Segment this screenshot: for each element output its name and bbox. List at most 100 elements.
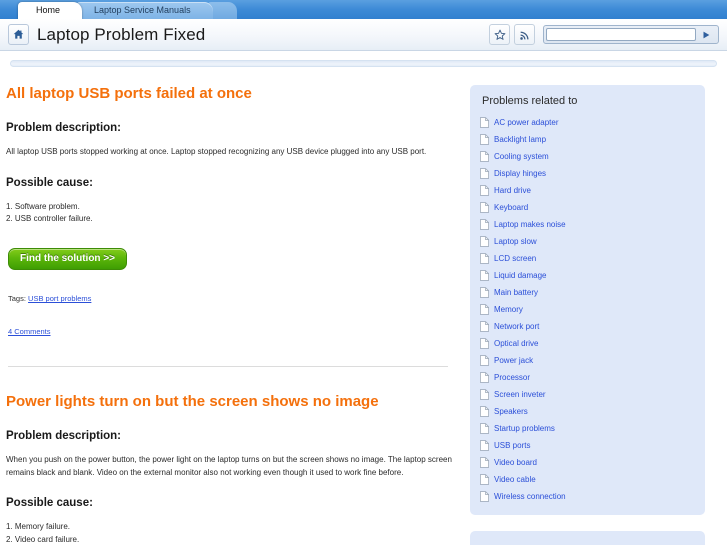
sidebar-item-label[interactable]: Main battery: [494, 288, 538, 297]
sidebar-item-label[interactable]: Display hinges: [494, 169, 546, 178]
page-document-icon: [480, 185, 489, 196]
article-title[interactable]: All laptop USB ports failed at once: [6, 85, 456, 102]
sidebar-item-label[interactable]: AC power adapter: [494, 118, 558, 127]
sidebar-item-label[interactable]: Speakers: [494, 407, 528, 416]
sidebar-item-video-board[interactable]: Video board: [480, 454, 705, 471]
sidebar-item-label[interactable]: Video cable: [494, 475, 536, 484]
possible-cause-list: 1. Software problem. 2. USB controller f…: [6, 201, 456, 227]
article-usb-ports-failed: All laptop USB ports failed at once Prob…: [6, 85, 456, 336]
page-document-icon: [480, 440, 489, 451]
sidebar-item-lcd-screen[interactable]: LCD screen: [480, 250, 705, 267]
tags-label: Tags:: [8, 294, 26, 304]
sidebar-item-optical-drive[interactable]: Optical drive: [480, 335, 705, 352]
sidebar-item-keyboard[interactable]: Keyboard: [480, 199, 705, 216]
page-document-icon: [480, 117, 489, 128]
sidebar-link-list: AC power adapter Backlight lamp Cooling sy…: [480, 114, 705, 505]
article-no-screen-image: Power lights turn on but the screen show…: [6, 393, 456, 545]
tab-laptop-service-manuals[interactable]: Laptop Service Manuals: [76, 2, 213, 19]
rss-button[interactable]: [514, 24, 535, 45]
page-document-icon: [480, 253, 489, 264]
sidebar-item-network-port[interactable]: Network port: [480, 318, 705, 335]
sidebar-item-video-cable[interactable]: Video cable: [480, 471, 705, 488]
page-document-icon: [480, 236, 489, 247]
cause-item: 2. USB controller failure.: [6, 214, 93, 224]
sidebar-item-label[interactable]: Screen inveter: [494, 390, 546, 399]
sidebar-item-label[interactable]: Power jack: [494, 356, 533, 365]
sidebar-item-screen-inveter[interactable]: Screen inveter: [480, 386, 705, 403]
page-document-icon: [480, 219, 489, 230]
page-document-icon: [480, 202, 489, 213]
cause-item: 1. Memory failure.: [6, 522, 71, 532]
sidebar-item-label[interactable]: Wireless connection: [494, 492, 566, 501]
sidebar-item-label[interactable]: Processor: [494, 373, 530, 382]
sidebar-item-label[interactable]: Memory: [494, 305, 523, 314]
header-toolbar: [489, 24, 719, 45]
sidebar-item-label[interactable]: Hard drive: [494, 186, 531, 195]
bookmark-button[interactable]: [489, 24, 510, 45]
play-triangle-icon: [701, 30, 711, 40]
sidebar-item-label[interactable]: Startup problems: [494, 424, 555, 433]
sidebar-item-hard-drive[interactable]: Hard drive: [480, 182, 705, 199]
comments-link[interactable]: 4 Comments: [8, 327, 51, 336]
sidebar-item-label[interactable]: Optical drive: [494, 339, 538, 348]
tab-home[interactable]: Home: [18, 2, 83, 19]
sidebar-item-main-battery[interactable]: Main battery: [480, 284, 705, 301]
panel-secondary: [470, 531, 705, 545]
problem-description-text: All laptop USB ports stopped working at …: [6, 147, 427, 157]
sidebar-item-memory[interactable]: Memory: [480, 301, 705, 318]
main-content: All laptop USB ports failed at once Prob…: [0, 67, 470, 545]
sidebar-item-processor[interactable]: Processor: [480, 369, 705, 386]
search-input[interactable]: [546, 28, 696, 41]
possible-cause-heading: Possible cause:: [6, 176, 93, 189]
star-icon: [494, 29, 506, 41]
sidebar-item-display-hinges[interactable]: Display hinges: [480, 165, 705, 182]
page-title: Laptop Problem Fixed: [37, 24, 206, 44]
sidebar-item-label[interactable]: Liquid damage: [494, 271, 546, 280]
sidebar-item-label[interactable]: Laptop makes noise: [494, 220, 566, 229]
page-document-icon: [480, 270, 489, 281]
page-document-icon: [480, 491, 489, 502]
possible-cause-list: 1. Memory failure. 2. Video card failure…: [6, 521, 456, 545]
page-document-icon: [480, 287, 489, 298]
page-document-icon: [480, 474, 489, 485]
possible-cause-heading: Possible cause:: [6, 497, 93, 510]
page-document-icon: [480, 457, 489, 468]
sidebar-item-label[interactable]: Keyboard: [494, 203, 528, 212]
sidebar-item-startup-problems[interactable]: Startup problems: [480, 420, 705, 437]
home-button[interactable]: [8, 24, 29, 45]
sidebar-item-label[interactable]: Video board: [494, 458, 537, 467]
sidebar-item-cooling-system[interactable]: Cooling system: [480, 148, 705, 165]
rss-icon: [519, 29, 531, 41]
sidebar-item-power-jack[interactable]: Power jack: [480, 352, 705, 369]
article-divider: [8, 366, 448, 368]
sidebar: Problems related to AC power adapter Back…: [470, 67, 715, 545]
sidebar-item-speakers[interactable]: Speakers: [480, 403, 705, 420]
sidebar-item-ac-power-adapter[interactable]: AC power adapter: [480, 114, 705, 131]
sidebar-item-label[interactable]: Cooling system: [494, 152, 549, 161]
page-document-icon: [480, 321, 489, 332]
tag-link-usb-port-problems[interactable]: USB port problems: [28, 294, 91, 303]
page-document-icon: [480, 168, 489, 179]
tab-laptop-service-manuals-label: Laptop Service Manuals: [94, 5, 191, 15]
sidebar-item-laptop-slow[interactable]: Laptop slow: [480, 233, 705, 250]
sidebar-item-label[interactable]: Backlight lamp: [494, 135, 546, 144]
sidebar-item-label[interactable]: Network port: [494, 322, 539, 331]
sidebar-item-laptop-makes-noise[interactable]: Laptop makes noise: [480, 216, 705, 233]
article-title[interactable]: Power lights turn on but the screen show…: [6, 393, 456, 410]
sidebar-item-label[interactable]: LCD screen: [494, 254, 536, 263]
page-document-icon: [480, 304, 489, 315]
page-document-icon: [480, 423, 489, 434]
sidebar-item-liquid-damage[interactable]: Liquid damage: [480, 267, 705, 284]
sidebar-item-label[interactable]: Laptop slow: [494, 237, 537, 246]
sidebar-item-backlight-lamp[interactable]: Backlight lamp: [480, 131, 705, 148]
sidebar-item-label[interactable]: USB ports: [494, 441, 530, 450]
cause-item: 2. Video card failure.: [6, 535, 80, 545]
page-document-icon: [480, 355, 489, 366]
find-the-solution-button[interactable]: Find the solution >>: [8, 248, 127, 271]
search-go-button[interactable]: [696, 28, 716, 41]
comments-row: 4 Comments: [8, 327, 456, 336]
sidebar-item-usb-ports[interactable]: USB ports: [480, 437, 705, 454]
sidebar-item-wireless-connection[interactable]: Wireless connection: [480, 488, 705, 505]
problem-description-heading: Problem description:: [6, 430, 122, 443]
page-document-icon: [480, 406, 489, 417]
